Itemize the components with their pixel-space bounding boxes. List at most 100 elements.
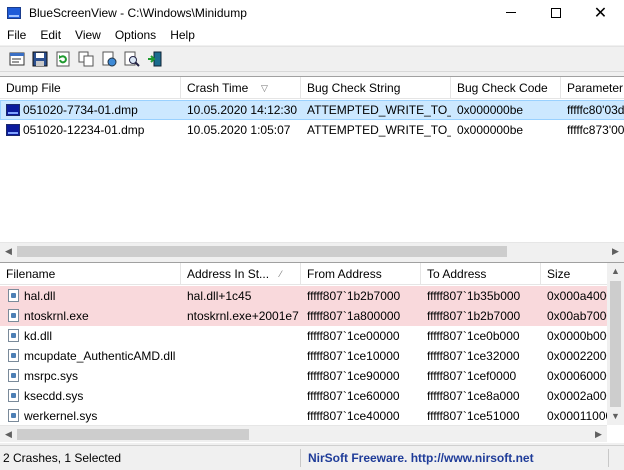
- bug-check-code-cell: 0x000000be: [457, 123, 524, 137]
- column-address-in-stack-label: Address In St...: [187, 267, 270, 281]
- menu-help[interactable]: Help: [163, 25, 202, 45]
- to-address-cell: fffff807`1cef0000: [427, 369, 517, 383]
- exit-icon: [148, 51, 162, 67]
- to-address-cell: fffff807`1ce0b000: [427, 329, 520, 343]
- column-from-address[interactable]: From Address: [301, 263, 421, 285]
- from-address-cell: fffff807`1b2b7000: [307, 289, 401, 303]
- from-address-cell: fffff807`1ce60000: [307, 389, 400, 403]
- from-address-cell: fffff807`1ce00000: [307, 329, 400, 343]
- exit-button[interactable]: [145, 49, 165, 69]
- column-filename[interactable]: Filename: [0, 263, 181, 285]
- filename-cell: ntoskrnl.exe: [24, 309, 89, 323]
- crash-row[interactable]: 051020-12234-01.dmp 10.05.2020 1:05:07 A…: [0, 120, 624, 140]
- hscroll-thumb[interactable]: [17, 246, 507, 257]
- scroll-right-icon[interactable]: ▶: [607, 243, 624, 259]
- driver-list-vscrollbar[interactable]: ▲ ▼: [607, 263, 624, 425]
- maximize-icon: [550, 7, 561, 18]
- copy-icon: [78, 51, 94, 67]
- column-crash-time[interactable]: Crash Time ▽: [181, 77, 301, 99]
- crash-list-hscrollbar[interactable]: ◀ ▶: [0, 242, 624, 259]
- hscroll-thumb[interactable]: [17, 429, 249, 440]
- scroll-right-icon[interactable]: ▶: [590, 426, 607, 443]
- crash-row[interactable]: 051020-7734-01.dmp 10.05.2020 14:12:30 A…: [0, 100, 624, 120]
- to-address-cell: fffff807`1ce8a000: [427, 389, 520, 403]
- driver-row[interactable]: msrpc.sys fffff807`1ce90000 fffff807`1cef0…: [0, 366, 613, 386]
- save-icon: [32, 51, 48, 67]
- driver-row[interactable]: ksecdd.sys fffff807`1ce60000 fffff807`1ce8…: [0, 386, 613, 406]
- address-in-stack-cell: ntoskrnl.exe+2001e7: [187, 309, 299, 323]
- column-dump-file[interactable]: Dump File: [0, 77, 181, 99]
- column-bug-check-code[interactable]: Bug Check Code: [451, 77, 561, 99]
- to-address-cell: fffff807`1ce32000: [427, 349, 520, 363]
- close-button[interactable]: ✕: [578, 0, 623, 25]
- filename-cell: kd.dll: [24, 329, 53, 343]
- driver-list-hscrollbar[interactable]: ◀ ▶: [0, 425, 607, 442]
- properties-button[interactable]: [7, 49, 27, 69]
- sort-arrow-icon: ▽: [261, 83, 268, 93]
- menu-edit[interactable]: Edit: [33, 25, 68, 45]
- column-bug-check-string[interactable]: Bug Check String: [301, 77, 451, 99]
- refresh-icon: [56, 51, 70, 67]
- scroll-left-icon[interactable]: ◀: [0, 243, 17, 259]
- column-address-in-stack[interactable]: Address In St... ⁄: [181, 263, 301, 285]
- scroll-down-icon[interactable]: ▼: [607, 408, 624, 425]
- properties-icon: [9, 52, 25, 66]
- filename-cell: mcupdate_AuthenticAMD.dll: [24, 349, 176, 363]
- address-in-stack-cell: [181, 346, 301, 366]
- driver-list[interactable]: Filename Address In St... ⁄ From Address…: [0, 262, 624, 443]
- save-button[interactable]: [30, 49, 50, 69]
- find-button[interactable]: [122, 49, 142, 69]
- menu-view[interactable]: View: [68, 25, 108, 45]
- parameter-cell: fffffc80'03d: [567, 103, 624, 117]
- driver-row[interactable]: werkernel.sys fffff807`1ce40000 fffff807`1…: [0, 406, 612, 426]
- to-address-cell: fffff807`1b35b000: [427, 289, 521, 303]
- column-crash-time-label: Crash Time: [187, 81, 249, 95]
- filename-cell: werkernel.sys: [24, 409, 98, 423]
- minimize-button[interactable]: [488, 0, 533, 25]
- refresh-button[interactable]: [53, 49, 73, 69]
- crash-list-header: Dump File Crash Time ▽ Bug Check String …: [0, 77, 624, 99]
- status-divider: [300, 449, 301, 467]
- column-parameter[interactable]: Parameter: [561, 77, 624, 99]
- bug-check-code-cell: 0x000000be: [457, 103, 524, 117]
- html-report-button[interactable]: [99, 49, 119, 69]
- bug-check-string-cell: ATTEMPTED_WRITE_TO_...: [307, 103, 451, 117]
- scroll-up-icon[interactable]: ▲: [607, 263, 624, 280]
- address-in-stack-cell: [181, 386, 301, 406]
- filename-cell: msrpc.sys: [24, 369, 78, 383]
- address-in-stack-cell: [181, 406, 301, 426]
- crash-time-cell: 10.05.2020 14:12:30: [187, 103, 298, 117]
- find-icon: [124, 51, 140, 67]
- menu-bar: File Edit View Options Help: [0, 25, 624, 45]
- close-icon: ✕: [593, 4, 608, 22]
- menu-file[interactable]: File: [0, 25, 33, 45]
- sort-arrow-icon: ⁄: [280, 269, 282, 279]
- address-in-stack-cell: [181, 366, 301, 386]
- vscroll-thumb[interactable]: [610, 281, 621, 407]
- driver-row[interactable]: hal.dll hal.dll+1c45 fffff807`1b2b7000 ffff…: [0, 286, 613, 306]
- nirsoft-link[interactable]: NirSoft Freeware. http://www.nirsoft.net: [308, 446, 534, 470]
- driver-row[interactable]: ntoskrnl.exe ntoskrnl.exe+2001e7 fffff807`…: [0, 306, 613, 326]
- driver-row[interactable]: mcupdate_AuthenticAMD.dll fffff807`1ce100…: [0, 346, 613, 366]
- from-address-cell: fffff807`1ce10000: [307, 349, 400, 363]
- from-address-cell: fffff807`1a800000: [307, 309, 401, 323]
- column-to-address[interactable]: To Address: [421, 263, 541, 285]
- driver-row[interactable]: kd.dll fffff807`1ce00000 fffff807`1ce0b000…: [0, 326, 613, 346]
- crash-time-cell: 10.05.2020 1:05:07: [187, 123, 291, 137]
- title-bar: BlueScreenView - C:\Windows\Minidump ✕: [0, 0, 624, 25]
- copy-button[interactable]: [76, 49, 96, 69]
- minimize-icon: [505, 12, 516, 13]
- driver-list-header: Filename Address In St... ⁄ From Address…: [0, 263, 624, 285]
- scroll-left-icon[interactable]: ◀: [0, 426, 17, 443]
- menu-options[interactable]: Options: [108, 25, 163, 45]
- to-address-cell: fffff807`1ce51000: [427, 409, 520, 423]
- dump-file-cell: 051020-12234-01.dmp: [23, 123, 145, 137]
- from-address-cell: fffff807`1ce90000: [307, 369, 400, 383]
- status-divider: [608, 449, 609, 467]
- filename-cell: hal.dll: [24, 289, 56, 303]
- toolbar: [0, 46, 624, 72]
- to-address-cell: fffff807`1b2b7000: [427, 309, 521, 323]
- crash-list[interactable]: Dump File Crash Time ▽ Bug Check String …: [0, 76, 624, 259]
- from-address-cell: fffff807`1ce40000: [307, 409, 400, 423]
- maximize-button[interactable]: [533, 0, 578, 25]
